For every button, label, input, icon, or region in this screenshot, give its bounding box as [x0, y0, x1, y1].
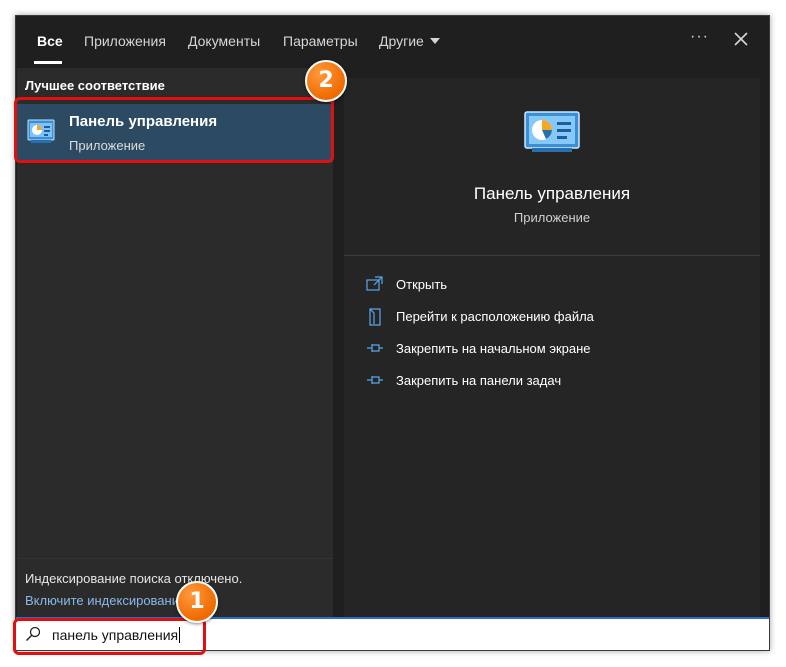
text-cursor	[179, 627, 181, 643]
tab-bar: Все Приложения Документы Параметры Други…	[16, 16, 769, 66]
best-match-title: Панель управления	[69, 113, 218, 130]
tab-settings[interactable]: Параметры	[283, 33, 358, 49]
tab-other[interactable]: Другие	[379, 33, 440, 49]
chevron-down-icon	[429, 38, 440, 44]
more-options-button[interactable]: ···	[690, 28, 709, 46]
file-location-icon	[369, 308, 381, 326]
tab-all[interactable]: Все	[37, 33, 63, 49]
search-input-value: панель управления	[52, 627, 179, 643]
search-bar[interactable]: панель управления	[16, 617, 769, 650]
tab-documents[interactable]: Документы	[188, 33, 260, 49]
search-input[interactable]: панель управления	[52, 627, 181, 643]
details-panel: Панель управления Приложение Открыть Пер…	[344, 78, 760, 618]
results-panel: Лучшее соответствие Панель управления Пр…	[17, 68, 333, 619]
enable-indexing-link[interactable]: Включите индексирование	[25, 593, 186, 608]
search-icon	[26, 626, 41, 641]
section-best-match: Лучшее соответствие	[25, 78, 165, 93]
control-panel-icon	[27, 119, 55, 143]
details-subtitle: Приложение	[513, 210, 591, 225]
close-icon[interactable]	[732, 30, 750, 48]
step-badge-1: 1	[176, 581, 218, 623]
active-tab-indicator	[34, 61, 62, 64]
action-open-label: Открыть	[396, 277, 448, 292]
divider	[344, 255, 760, 256]
best-match-result[interactable]: Панель управления Приложение	[17, 104, 333, 162]
indexing-notice-text: Индексирование поиска отключено.	[25, 571, 243, 586]
tab-other-label: Другие	[379, 33, 424, 49]
pin-taskbar-icon	[367, 376, 383, 384]
search-window: Все Приложения Документы Параметры Други…	[15, 15, 770, 651]
action-open-file-location-label: Перейти к расположению файла	[396, 309, 594, 324]
best-match-subtitle: Приложение	[69, 138, 146, 153]
open-icon	[366, 276, 383, 291]
action-pin-start-label: Закрепить на начальном экране	[396, 341, 591, 356]
pin-start-icon	[367, 344, 383, 352]
step-badge-2: 2	[305, 60, 347, 102]
control-panel-icon	[524, 111, 580, 152]
action-pin-taskbar-label: Закрепить на панели задач	[396, 373, 562, 388]
indexing-notice: Индексирование поиска отключено. Включит…	[17, 558, 333, 619]
details-title: Панель управления	[473, 184, 631, 203]
tab-apps[interactable]: Приложения	[84, 33, 166, 49]
